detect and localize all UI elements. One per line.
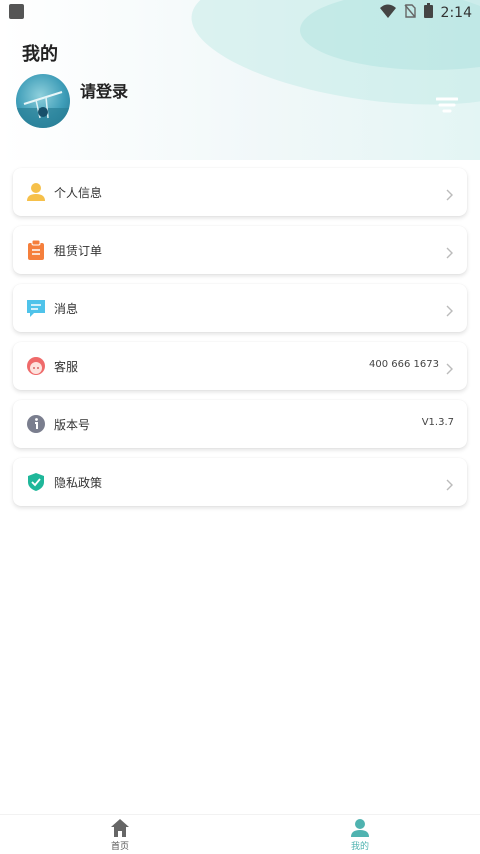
menu-item-label: 消息: [54, 302, 79, 316]
menu-item-privacy-policy[interactable]: 隐私政策: [13, 458, 467, 506]
page-title: 我的: [22, 44, 58, 65]
menu-item-customer-service[interactable]: 客服 400 666 1673: [13, 342, 467, 390]
bottom-nav: 首页 我的: [0, 814, 480, 854]
info-icon: [26, 414, 46, 434]
tab-mine-label: 我的: [350, 842, 369, 852]
menu-item-personal-info[interactable]: 个人信息: [13, 168, 467, 216]
settings-icon[interactable]: [435, 96, 459, 116]
chevron-right-icon: [446, 360, 454, 375]
avatar[interactable]: [16, 74, 70, 128]
version-number: V1.3.7: [421, 417, 454, 428]
person-icon: [350, 818, 370, 838]
chevron-right-icon: [446, 476, 454, 491]
customer-service-icon: [26, 356, 46, 376]
tab-mine[interactable]: 我的: [240, 815, 480, 854]
chevron-right-icon: [446, 186, 454, 201]
menu-item-messages[interactable]: 消息: [13, 284, 467, 332]
chevron-right-icon: [446, 302, 454, 317]
message-icon: [26, 298, 46, 318]
tab-home[interactable]: 首页: [0, 815, 240, 854]
profile-header: 我的 请登录: [0, 0, 480, 160]
home-icon: [110, 818, 130, 838]
status-bar: 2:14: [0, 0, 480, 24]
no-sim-icon: [404, 3, 416, 22]
notification-icon: [9, 4, 24, 19]
battery-icon: [423, 3, 433, 22]
wifi-icon: [379, 3, 396, 22]
menu-item-version: 版本号 V1.3.7: [13, 400, 467, 448]
customer-service-phone[interactable]: 400 666 1673: [369, 359, 439, 370]
menu-item-label: 隐私政策: [54, 476, 103, 490]
login-link[interactable]: 请登录: [80, 78, 128, 102]
menu-item-label: 版本号: [54, 418, 91, 432]
menu-item-label: 个人信息: [54, 186, 103, 200]
clipboard-icon: [26, 240, 46, 260]
chevron-right-icon: [446, 244, 454, 259]
menu-item-label: 租赁订单: [54, 244, 103, 258]
menu-list: 个人信息 租赁订单 消息 客服 400 666 1673 版本号 V1.3.7 …: [13, 168, 467, 516]
menu-item-label: 客服: [54, 360, 79, 374]
status-time: 2:14: [440, 4, 472, 21]
tab-home-label: 首页: [110, 842, 129, 852]
shield-check-icon: [26, 472, 46, 492]
person-icon: [26, 182, 46, 202]
menu-item-rental-orders[interactable]: 租赁订单: [13, 226, 467, 274]
